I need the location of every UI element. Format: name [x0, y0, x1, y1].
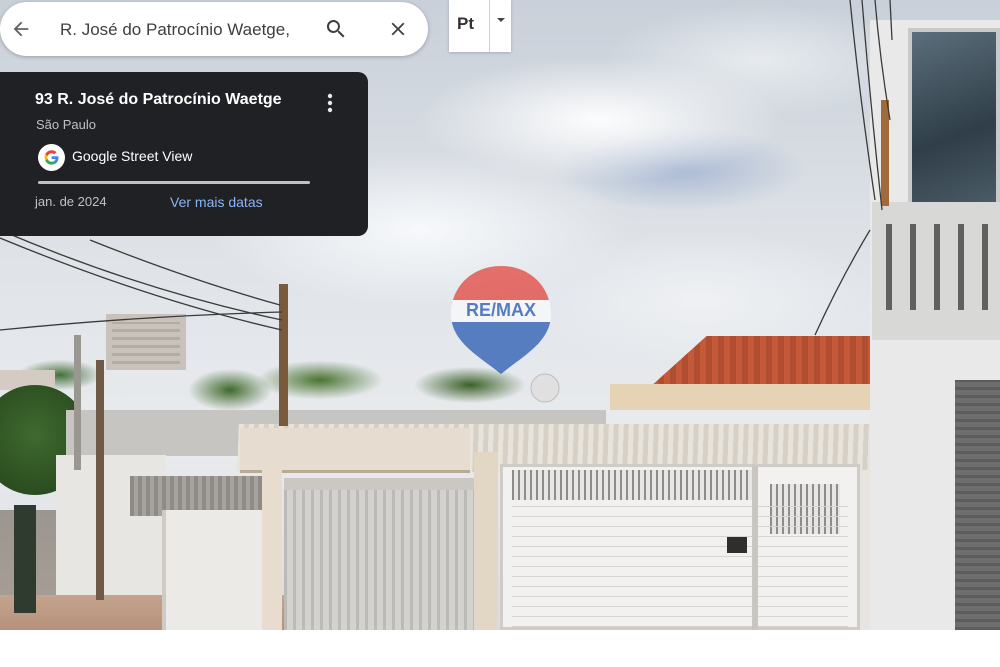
layer-toggle: Pt	[449, 0, 511, 52]
location-info-card: 93 R. José do Patrocínio Waetge São Paul…	[0, 72, 368, 236]
watermark-text: RE/MAX	[466, 300, 536, 320]
utility-pole	[14, 505, 36, 613]
door-right	[955, 380, 1000, 630]
search-input[interactable]	[60, 19, 310, 41]
pillar	[262, 470, 282, 630]
city-label: São Paulo	[36, 117, 96, 132]
glass-window	[908, 28, 1000, 206]
more-dates-link[interactable]: Ver mais datas	[170, 194, 263, 210]
utility-pole	[279, 284, 288, 426]
utility-pole	[96, 360, 104, 600]
address-title: 93 R. José do Patrocínio Waetge	[35, 91, 282, 108]
google-g-icon	[38, 144, 65, 171]
canopy-edge	[240, 428, 470, 473]
gate-divider	[752, 466, 758, 630]
mailbox	[727, 537, 747, 553]
divider	[489, 0, 490, 52]
wall-white	[162, 510, 270, 630]
layer-toggle-label[interactable]: Pt	[457, 14, 474, 34]
more-vert-icon[interactable]	[320, 90, 340, 116]
utility-pole	[881, 100, 889, 206]
divider	[38, 181, 310, 184]
hollow-brick-wall	[872, 202, 1000, 340]
wall-under-roof	[610, 384, 890, 410]
garage-gate-left	[284, 478, 474, 630]
close-icon[interactable]	[384, 15, 412, 43]
search-icon[interactable]	[322, 15, 350, 43]
pillar	[474, 452, 498, 630]
capture-date: jan. de 2024	[35, 194, 107, 209]
gate-panels	[512, 505, 848, 627]
gate-frame	[284, 478, 474, 490]
utility-pole	[74, 335, 81, 470]
caret-down-icon[interactable]	[493, 12, 509, 28]
distant-apartment-tower	[106, 314, 186, 370]
search-bar	[0, 2, 428, 56]
provider-label: Google Street View	[72, 148, 193, 164]
remax-balloon-watermark: RE/MAX	[451, 266, 551, 374]
gate-grille	[512, 470, 752, 500]
arrow-left-icon[interactable]	[6, 14, 36, 44]
